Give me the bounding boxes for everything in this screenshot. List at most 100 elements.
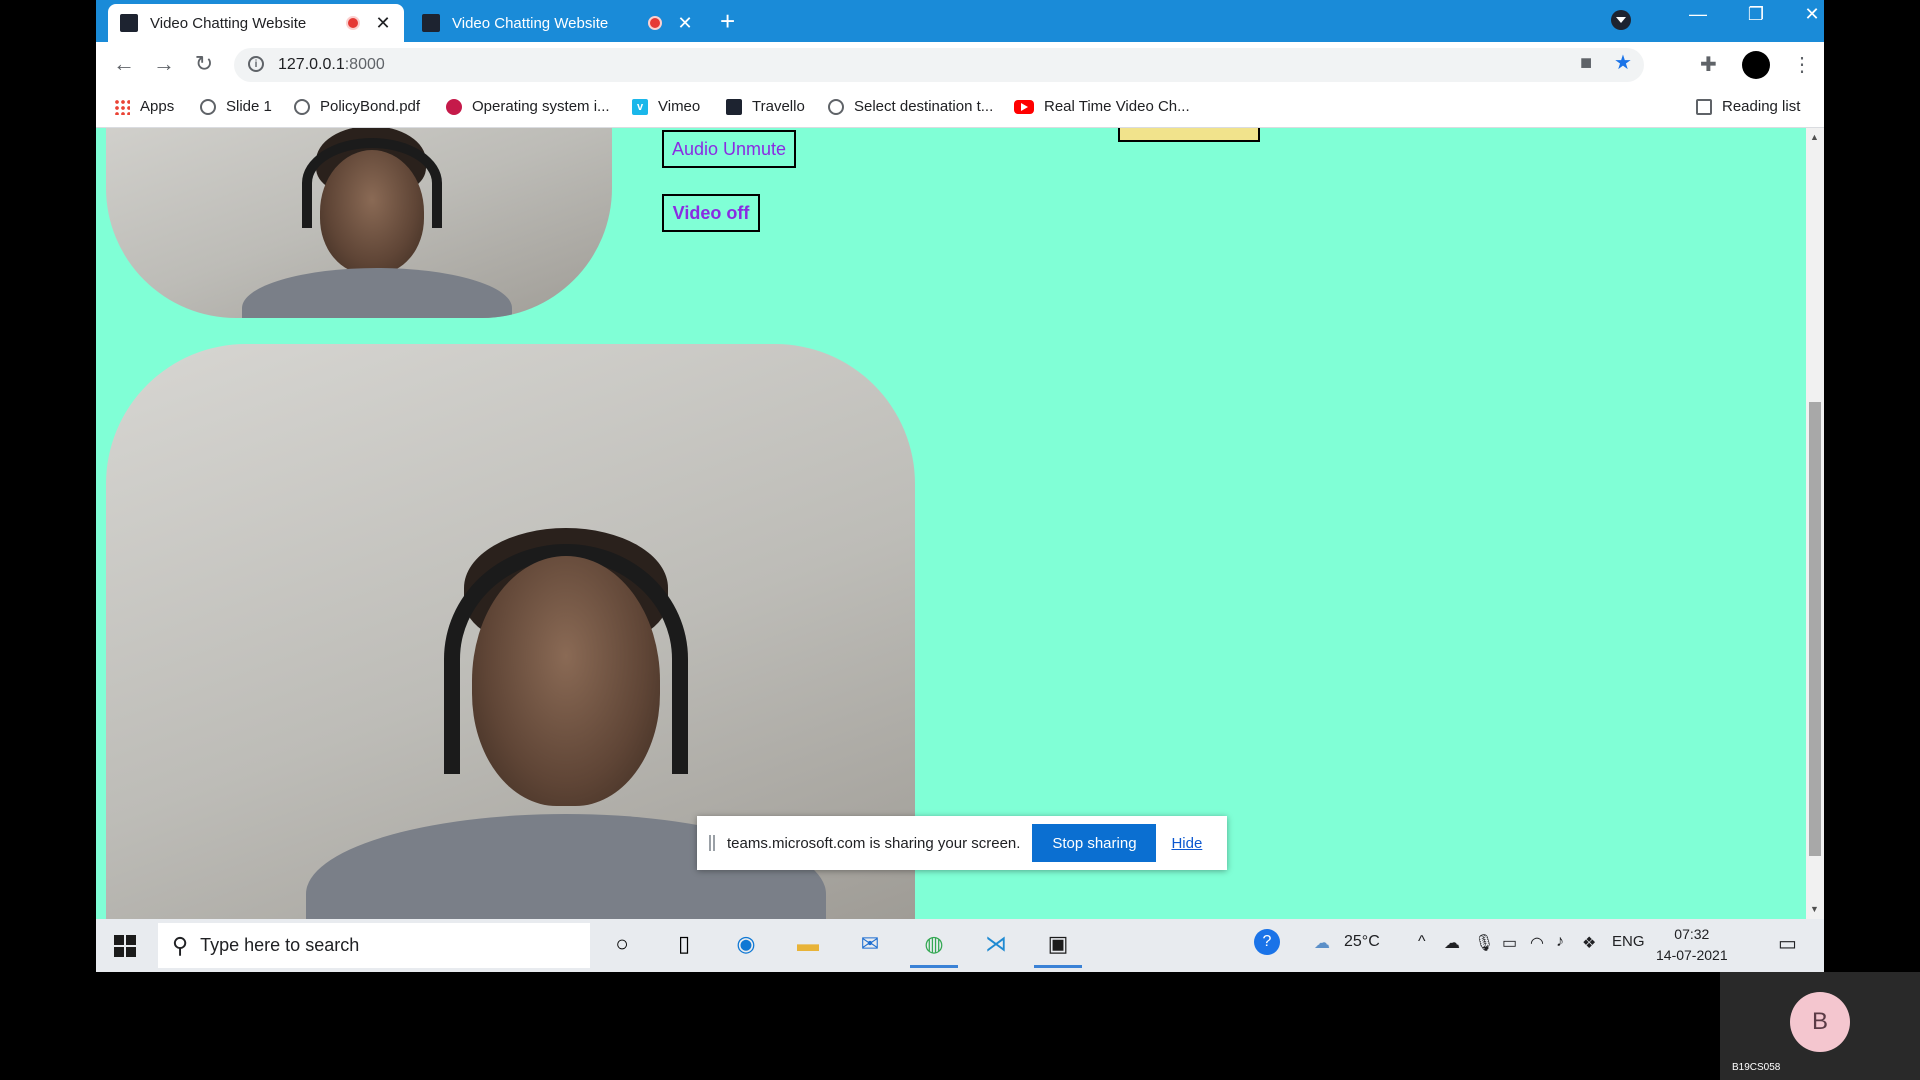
bookmark-travello[interactable]: Travello xyxy=(726,98,805,115)
restore-icon[interactable]: ❐ xyxy=(1736,4,1776,25)
scroll-down-icon[interactable]: ▼ xyxy=(1810,904,1819,914)
scroll-up-icon[interactable]: ▲ xyxy=(1810,132,1819,142)
minimize-icon[interactable]: — xyxy=(1678,4,1718,25)
page-scrollbar[interactable]: ▲ ▼ xyxy=(1806,128,1824,919)
person-face xyxy=(472,556,660,806)
bookmark-vimeo[interactable]: v Vimeo xyxy=(632,98,700,115)
bookmark-select-destination[interactable]: Select destination t... xyxy=(828,98,993,115)
back-icon[interactable]: ← xyxy=(110,51,138,77)
bookmark-slide-1[interactable]: Slide 1 xyxy=(200,98,272,115)
terminal-icon[interactable]: ▣ xyxy=(1034,928,1082,968)
browser-toolbar: ← → ↻ i 127.0.0.1:8000 ■ ★ ✚ ⋮ xyxy=(96,42,1824,88)
reading-list-button[interactable]: Reading list xyxy=(1696,98,1800,115)
close-icon[interactable]: ✕ xyxy=(676,13,694,34)
bookmark-label: Select destination t... xyxy=(854,98,994,115)
close-window-icon[interactable]: ✕ xyxy=(1792,4,1824,25)
edge-icon[interactable]: ◉ xyxy=(730,928,762,960)
site-favicon-icon xyxy=(422,14,440,32)
tab-title: Video Chatting Website xyxy=(452,14,609,32)
bookmark-label: Travello xyxy=(752,98,805,115)
vscode-icon[interactable]: ⋊ xyxy=(980,928,1012,960)
profile-avatar[interactable] xyxy=(1742,51,1770,79)
cortana-icon[interactable]: ○ xyxy=(606,928,638,960)
tab-video-chatting-active[interactable]: Video Chatting Website ✕ xyxy=(108,4,404,42)
site-favicon-icon xyxy=(726,98,742,115)
notifications-icon[interactable]: ▭ xyxy=(1778,931,1797,956)
drag-handle-icon[interactable] xyxy=(709,835,715,851)
vimeo-icon: v xyxy=(632,98,648,115)
partially-visible-button[interactable] xyxy=(1118,128,1260,142)
video-off-button[interactable]: Video off xyxy=(662,194,760,232)
extensions-icon[interactable]: ✚ xyxy=(1700,52,1717,77)
forward-icon[interactable]: → xyxy=(150,51,178,77)
weather-icon[interactable]: ☁ xyxy=(1314,933,1330,953)
participant-name: B19CS058 xyxy=(1732,1062,1781,1073)
apps-grid-icon xyxy=(114,98,130,115)
bookmark-label: Apps xyxy=(140,98,175,115)
mail-icon[interactable]: ✉ xyxy=(854,928,886,960)
bookmark-label: Vimeo xyxy=(658,98,701,115)
audio-unmute-button[interactable]: Audio Unmute xyxy=(662,130,796,168)
bookmarks-bar: Apps Slide 1 PolicyBond.pdf Operating sy… xyxy=(96,88,1824,128)
camera-in-use-icon[interactable]: ■ xyxy=(1580,52,1592,75)
hide-link[interactable]: Hide xyxy=(1171,835,1202,852)
tab-video-chatting-2[interactable]: Video Chatting Website ✕ xyxy=(410,4,706,42)
share-message: teams.microsoft.com is sharing your scre… xyxy=(727,834,1021,852)
close-icon[interactable]: ✕ xyxy=(374,13,392,34)
recording-icon xyxy=(648,16,662,30)
address-bar[interactable]: i 127.0.0.1:8000 ■ ★ xyxy=(234,48,1644,82)
clock-date: 14-07-2021 xyxy=(1656,947,1728,963)
globe-icon xyxy=(294,98,310,115)
volume-icon[interactable]: ♪ xyxy=(1556,933,1564,951)
stop-sharing-button[interactable]: Stop sharing xyxy=(1032,824,1157,862)
search-icon: ⚲ xyxy=(172,932,189,958)
wifi-icon[interactable]: ◠ xyxy=(1530,933,1544,953)
teams-participant-tile[interactable]: B B19CS058 xyxy=(1720,972,1920,1080)
onedrive-icon[interactable]: ☁ xyxy=(1444,933,1460,953)
globe-icon xyxy=(828,98,844,115)
bookmark-apps[interactable]: Apps xyxy=(114,98,174,115)
search-placeholder: Type here to search xyxy=(200,935,360,955)
screen-share-bar: teams.microsoft.com is sharing your scre… xyxy=(697,816,1227,870)
language-indicator[interactable]: ENG xyxy=(1612,933,1645,950)
reading-list-label: Reading list xyxy=(1722,98,1801,115)
chrome-icon[interactable]: ◍ xyxy=(910,928,958,968)
reload-icon[interactable]: ↻ xyxy=(190,51,218,77)
person-shirt xyxy=(242,268,512,318)
browser-tab-strip: Video Chatting Website ✕ Video Chatting … xyxy=(96,0,1824,42)
microphone-icon[interactable]: 🎙 xyxy=(1474,933,1494,953)
menu-kebab-icon[interactable]: ⋮ xyxy=(1792,52,1812,77)
bookmark-policybond[interactable]: PolicyBond.pdf xyxy=(294,98,420,115)
taskbar-search-box[interactable]: ⚲ Type here to search xyxy=(158,923,590,968)
bookmark-label: Slide 1 xyxy=(226,98,272,115)
local-video xyxy=(106,128,612,318)
task-view-icon[interactable]: ▯ xyxy=(668,928,700,960)
windows-taskbar: ⚲ Type here to search ○ ▯ ◉ ▬ ✉ ◍ ⋊ ▣ ? … xyxy=(96,919,1824,972)
dropbox-icon[interactable]: ❖ xyxy=(1582,933,1596,953)
temperature[interactable]: 25°C xyxy=(1344,933,1380,951)
url-host: 127.0.0.1 xyxy=(278,56,345,73)
url-port: :8000 xyxy=(344,56,385,73)
file-explorer-icon[interactable]: ▬ xyxy=(792,928,824,960)
shared-screen: Video Chatting Website ✕ Video Chatting … xyxy=(96,0,1824,972)
site-info-icon[interactable]: i xyxy=(248,56,264,72)
tab-search-icon[interactable] xyxy=(1611,10,1631,30)
tab-title: Video Chatting Website xyxy=(150,14,307,32)
new-tab-button[interactable]: + xyxy=(720,6,735,37)
web-page: Audio Unmute Video off xyxy=(96,128,1806,919)
windows-start-icon[interactable] xyxy=(114,935,136,957)
bookmark-label: Operating system i... xyxy=(472,98,610,115)
participant-avatar: B xyxy=(1790,992,1850,1052)
recording-icon xyxy=(346,16,360,30)
bookmark-real-time-video[interactable]: Real Time Video Ch... xyxy=(1014,98,1190,115)
bookmark-star-icon[interactable]: ★ xyxy=(1614,50,1632,75)
bookmark-label: PolicyBond.pdf xyxy=(320,98,421,115)
person-face xyxy=(320,150,424,274)
battery-icon[interactable]: ▭ xyxy=(1502,933,1517,953)
chevron-up-icon[interactable]: ^ xyxy=(1418,933,1426,951)
taskbar-clock[interactable]: 07:32 14-07-2021 xyxy=(1656,924,1728,966)
help-icon[interactable]: ? xyxy=(1254,929,1280,955)
youtube-icon xyxy=(1014,99,1034,114)
bookmark-operating-system[interactable]: Operating system i... xyxy=(446,98,610,115)
scroll-thumb[interactable] xyxy=(1809,402,1821,856)
